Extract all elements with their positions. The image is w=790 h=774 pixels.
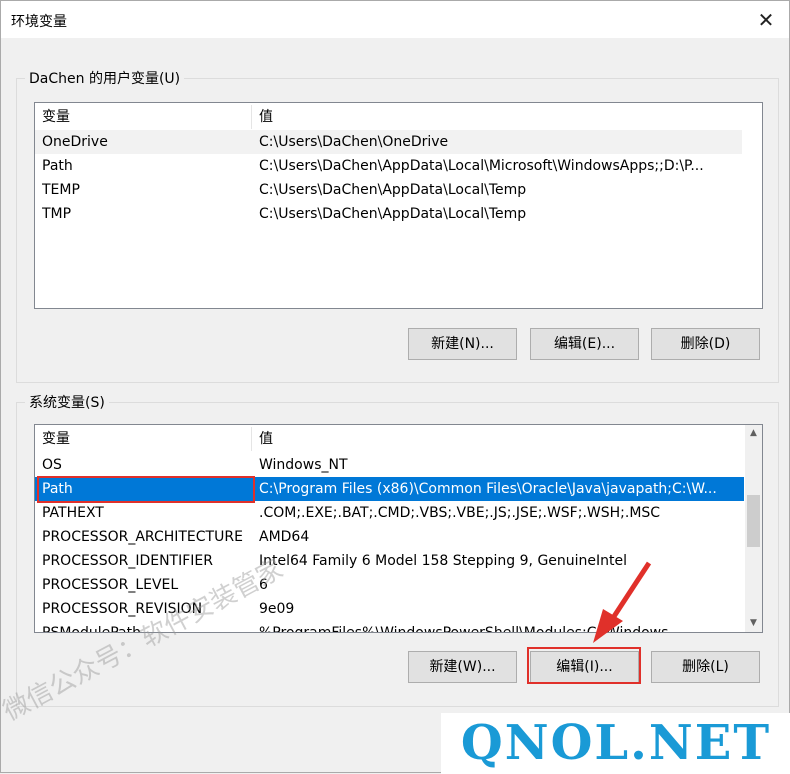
var-value: C:\Users\DaChen\AppData\Local\Temp [259, 206, 527, 222]
var-name: PROCESSOR_IDENTIFIER [42, 553, 213, 569]
var-name: OS [42, 457, 62, 473]
var-name: Path [42, 158, 73, 174]
table-row[interactable]: OneDrive C:\Users\DaChen\OneDrive [35, 130, 742, 154]
scroll-down-icon[interactable]: ▼ [745, 615, 762, 632]
var-value: .COM;.EXE;.BAT;.CMD;.VBS;.VBE;.JS;.JSE;.… [259, 505, 661, 521]
var-name: PROCESSOR_ARCHITECTURE [42, 529, 243, 545]
var-value: Intel64 Family 6 Model 158 Stepping 9, G… [259, 553, 628, 569]
var-name: TMP [42, 206, 72, 222]
table-row[interactable]: OS Windows_NT [35, 453, 744, 477]
column-divider[interactable] [251, 427, 252, 451]
scrollbar-thumb[interactable] [747, 495, 760, 547]
table-row[interactable]: TMP C:\Users\DaChen\AppData\Local\Temp [35, 202, 762, 226]
scroll-up-icon[interactable]: ▲ [745, 425, 762, 442]
user-delete-button[interactable]: 删除(D) [651, 328, 760, 360]
var-value: C:\Users\DaChen\OneDrive [259, 134, 449, 150]
path-highlight-box [37, 476, 255, 503]
var-value: C:\Users\DaChen\AppData\Local\Microsoft\… [259, 158, 704, 174]
list-header: 变量 值 [35, 427, 744, 451]
system-variables-label: 系统变量(S) [25, 392, 109, 412]
red-arrow-icon [593, 561, 652, 643]
window-title: 环境变量 [11, 14, 67, 30]
system-delete-button[interactable]: 删除(L) [651, 651, 760, 683]
user-variables-group: DaChen 的用户变量(U) 变量 值 OneDrive C:\Users\D… [16, 68, 779, 383]
edit-highlight-box [527, 647, 641, 684]
var-value: Windows_NT [259, 457, 348, 473]
close-icon[interactable]: ✕ [743, 1, 789, 38]
environment-variables-dialog: 环境变量 ✕ DaChen 的用户变量(U) 变量 值 OneDrive C:\… [0, 0, 790, 774]
var-value: 6 [259, 577, 268, 593]
vertical-scrollbar[interactable]: ▲ ▼ [745, 425, 762, 632]
var-value: 9e09 [259, 601, 295, 617]
table-row[interactable]: PROCESSOR_ARCHITECTURE AMD64 [35, 525, 744, 549]
table-row[interactable]: Path C:\Users\DaChen\AppData\Local\Micro… [35, 154, 762, 178]
table-row[interactable]: TEMP C:\Users\DaChen\AppData\Local\Temp [35, 178, 762, 202]
var-name: OneDrive [42, 134, 108, 150]
column-divider[interactable] [251, 105, 252, 129]
user-variables-label: DaChen 的用户变量(U) [25, 68, 185, 88]
var-name: TEMP [42, 182, 80, 198]
site-logo: QNOL.NET [441, 713, 790, 774]
var-value: C:\Program Files (x86)\Common Files\Orac… [259, 481, 717, 497]
list-header: 变量 值 [35, 105, 762, 129]
var-value: C:\Users\DaChen\AppData\Local\Temp [259, 182, 527, 198]
table-row[interactable]: PATHEXT .COM;.EXE;.BAT;.CMD;.VBS;.VBE;.J… [35, 501, 744, 525]
title-bar: 环境变量 ✕ [1, 1, 789, 38]
var-value: %ProgramFiles%\WindowsPowerShell\Modules… [259, 625, 682, 633]
user-new-button[interactable]: 新建(N)... [408, 328, 517, 360]
user-variables-list[interactable]: 变量 值 OneDrive C:\Users\DaChen\OneDrive P… [34, 102, 763, 309]
var-name: PATHEXT [42, 505, 104, 521]
column-header-name[interactable]: 变量 [42, 427, 250, 451]
system-new-button[interactable]: 新建(W)... [408, 651, 517, 683]
user-edit-button[interactable]: 编辑(E)... [530, 328, 639, 360]
var-value: AMD64 [259, 529, 310, 545]
column-header-value[interactable]: 值 [259, 427, 738, 451]
column-header-value[interactable]: 值 [259, 105, 756, 129]
column-header-name[interactable]: 变量 [42, 105, 250, 129]
